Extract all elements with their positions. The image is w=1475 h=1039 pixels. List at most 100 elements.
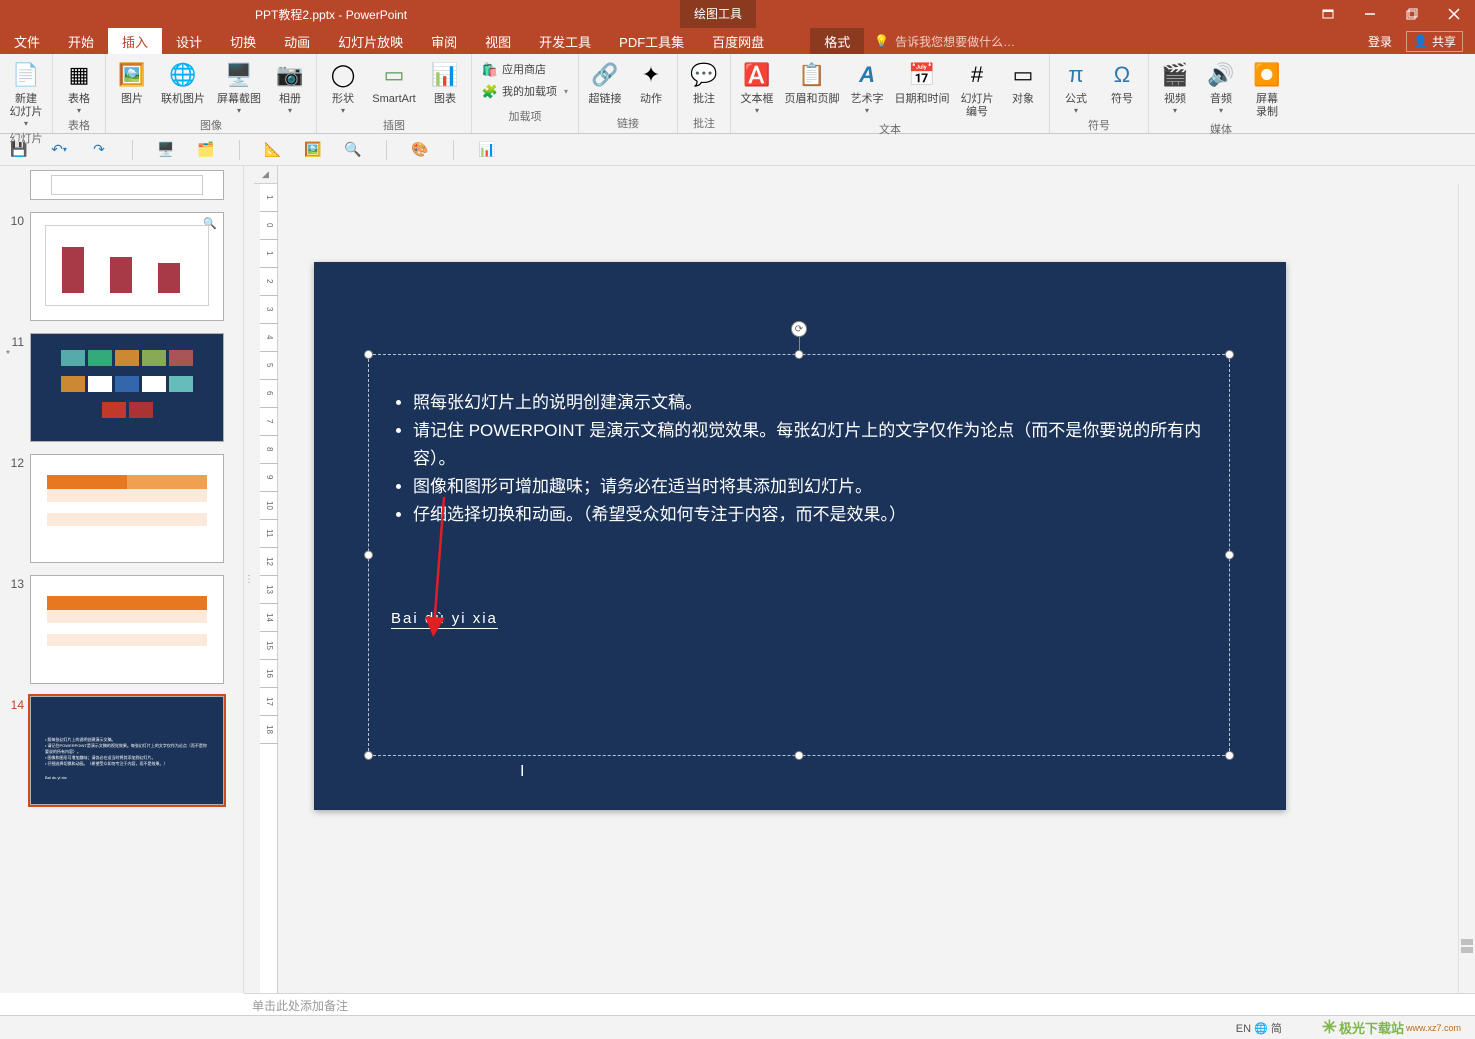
tab-view[interactable]: 视图: [471, 28, 525, 54]
resize-handle-n[interactable]: [795, 350, 804, 359]
header-footer-button[interactable]: 📋页眉和页脚: [781, 56, 843, 106]
qat-icon-7[interactable]: 📊: [476, 139, 498, 161]
slide-thumbnails-pane[interactable]: 10 🔍 11 *: [0, 166, 244, 993]
tab-animations[interactable]: 动画: [270, 28, 324, 54]
minimize-icon[interactable]: [1349, 0, 1391, 28]
group-links: 🔗超链接 ✦动作 链接: [579, 54, 678, 133]
resize-handle-ne[interactable]: [1225, 350, 1234, 359]
share-button[interactable]: 👤 共享: [1406, 31, 1463, 52]
slide-canvas[interactable]: ⟳ 照每张幻灯片上的说明创建演示文稿。 请记住: [278, 184, 1475, 993]
datetime-icon: 📅: [906, 59, 938, 91]
screenshot-icon: 🖥️: [223, 59, 255, 91]
shapes-button[interactable]: ◯形状▾: [321, 56, 365, 115]
symbol-button[interactable]: Ω符号: [1100, 56, 1144, 106]
equation-button[interactable]: π公式▾: [1054, 56, 1098, 115]
watermark: ✳ 极光下载站 www.xz7.com: [1322, 1017, 1461, 1038]
resize-handle-e[interactable]: [1225, 551, 1234, 560]
picture-button[interactable]: 🖼️图片: [110, 56, 154, 106]
store-icon: 🛍️: [482, 62, 498, 78]
main-area: 10 🔍 11 *: [0, 166, 1475, 993]
action-button[interactable]: ✦动作: [629, 56, 673, 106]
resize-handle-s[interactable]: [795, 751, 804, 760]
resize-handle-nw[interactable]: [364, 350, 373, 359]
tab-pdf[interactable]: PDF工具集: [605, 28, 698, 54]
equation-icon: π: [1060, 59, 1092, 91]
wordart-button[interactable]: A艺术字▾: [845, 56, 889, 115]
album-icon: 📷: [274, 59, 306, 91]
ribbon: 📄 新建 幻灯片 ▾ 幻灯片 ▦ 表格 ▾ 表格 🖼️图片 🌐联机图片 🖥️屏幕…: [0, 54, 1475, 134]
undo-icon[interactable]: ↶ ▾: [48, 139, 70, 161]
slidenum-icon: #: [961, 59, 993, 91]
splitter-handle[interactable]: ⋮: [244, 166, 254, 993]
tab-baidu[interactable]: 百度网盘: [698, 28, 778, 54]
textbox-icon: 🅰️: [741, 59, 773, 91]
thumbnail-12[interactable]: 12: [0, 450, 243, 571]
comment-icon: 💬: [688, 59, 720, 91]
hyperlink-button[interactable]: 🔗超链接: [583, 56, 627, 106]
album-button[interactable]: 📷相册▾: [268, 56, 312, 115]
group-text: 🅰️文本框▾ 📋页眉和页脚 A艺术字▾ 📅日期和时间 #幻灯片 编号 ▭对象 文…: [731, 54, 1050, 133]
thumbnail-14[interactable]: 14 • 照每张幻灯片上的说明创建演示文稿。 • 请记住POWERPOINT是演…: [0, 692, 243, 813]
thumbnail-11[interactable]: 11 *: [0, 329, 243, 450]
group-illustrations: ◯形状▾ ▭SmartArt 📊图表 插图: [317, 54, 472, 133]
my-addins-button[interactable]: 🧩我的加载项▾: [482, 82, 568, 102]
resize-handle-sw[interactable]: [364, 751, 373, 760]
object-button[interactable]: ▭对象: [1001, 56, 1045, 106]
table-button[interactable]: ▦ 表格 ▾: [57, 56, 101, 115]
store-button[interactable]: 🛍️应用商店: [482, 60, 568, 80]
rotate-handle[interactable]: ⟳: [791, 321, 807, 337]
textbox-button[interactable]: 🅰️文本框▾: [735, 56, 779, 115]
thumbnail-9[interactable]: [0, 170, 243, 208]
group-tables: ▦ 表格 ▾ 表格: [53, 54, 106, 133]
qat-icon-4[interactable]: 🖼️: [302, 139, 324, 161]
tab-home[interactable]: 开始: [54, 28, 108, 54]
tab-transitions[interactable]: 切换: [216, 28, 270, 54]
comment-button[interactable]: 💬批注: [682, 56, 726, 106]
tab-developer[interactable]: 开发工具: [525, 28, 605, 54]
chart-button[interactable]: 📊图表: [423, 56, 467, 106]
audio-button[interactable]: 🔊音频▾: [1199, 56, 1243, 115]
vertical-scrollbar[interactable]: [1458, 184, 1475, 993]
ribbon-options-icon[interactable]: [1307, 0, 1349, 28]
bullet-3: 图像和图形可增加趣味；请务必在适当时将其添加到幻灯片。: [413, 473, 1203, 501]
picture-icon: 🖼️: [116, 59, 148, 91]
online-picture-button[interactable]: 🌐联机图片: [156, 56, 210, 106]
video-button[interactable]: 🎬视频▾: [1153, 56, 1197, 115]
online-picture-icon: 🌐: [167, 59, 199, 91]
login-button[interactable]: 登录: [1368, 33, 1392, 50]
tab-file[interactable]: 文件: [0, 28, 54, 54]
tab-format[interactable]: 格式: [810, 28, 864, 54]
qat-icon-1[interactable]: 🖥️: [155, 139, 177, 161]
restore-icon[interactable]: [1391, 0, 1433, 28]
resize-handle-w[interactable]: [364, 551, 373, 560]
tab-design[interactable]: 设计: [162, 28, 216, 54]
ime-indicator[interactable]: EN 🌐 简: [1236, 1020, 1282, 1036]
new-slide-button[interactable]: 📄 新建 幻灯片 ▾: [4, 56, 48, 128]
resize-handle-se[interactable]: [1225, 751, 1234, 760]
thumbnail-13[interactable]: 13: [0, 571, 243, 692]
redo-icon[interactable]: ↷: [88, 139, 110, 161]
content-textbox[interactable]: ⟳ 照每张幻灯片上的说明创建演示文稿。 请记住: [368, 354, 1230, 756]
qat-icon-6[interactable]: 🎨: [409, 139, 431, 161]
save-icon[interactable]: 💾: [8, 139, 30, 161]
screen-rec-button[interactable]: ⏺️屏幕 录制: [1245, 56, 1289, 119]
datetime-button[interactable]: 📅日期和时间: [891, 56, 953, 106]
tab-slideshow[interactable]: 幻灯片放映: [324, 28, 417, 54]
qat-icon-3[interactable]: 📐: [262, 139, 284, 161]
slidenum-button[interactable]: #幻灯片 编号: [955, 56, 999, 119]
qat-icon-5[interactable]: 🔍: [342, 139, 364, 161]
tab-insert[interactable]: 插入: [108, 28, 162, 54]
tell-me-search[interactable]: 💡 告诉我您想要做什么…: [864, 28, 1025, 54]
smartart-icon: ▭: [378, 59, 410, 91]
qat-icon-2[interactable]: 🗂️: [195, 139, 217, 161]
smartart-button[interactable]: ▭SmartArt: [367, 56, 421, 106]
textbox-content[interactable]: 照每张幻灯片上的说明创建演示文稿。 请记住 POWERPOINT 是演示文稿的视…: [369, 355, 1229, 667]
vertical-ruler[interactable]: 10123456789101112131415161718: [260, 184, 278, 993]
tab-review[interactable]: 审阅: [417, 28, 471, 54]
close-icon[interactable]: [1433, 0, 1475, 28]
notes-pane[interactable]: 单击此处添加备注: [244, 993, 1475, 1015]
wordart-icon: A: [851, 59, 883, 91]
group-addins: 🛍️应用商店 🧩我的加载项▾ 加载项: [472, 54, 579, 133]
screenshot-button[interactable]: 🖥️屏幕截图▾: [212, 56, 266, 115]
thumbnail-10[interactable]: 10 🔍: [0, 208, 243, 329]
